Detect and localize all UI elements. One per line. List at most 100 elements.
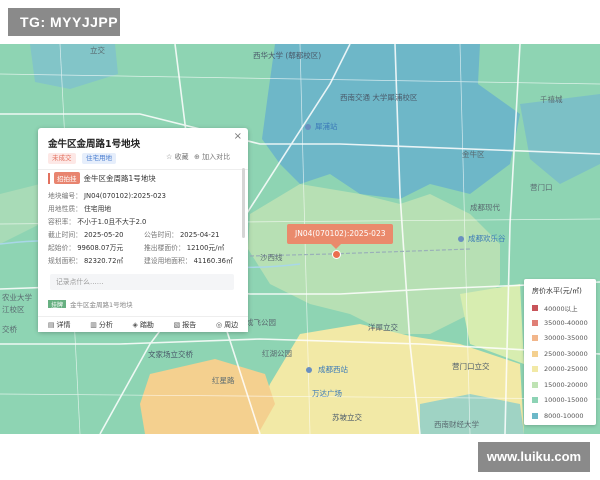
map-label-wanda: 万达广场	[312, 389, 342, 398]
legend-label: 10000-15000	[544, 396, 588, 404]
legend-label: 25000-30000	[544, 349, 588, 358]
map-label-right-top: 千禧城	[540, 95, 563, 104]
field-value: 82320.72㎡	[83, 257, 124, 265]
favorite-button[interactable]: ☆ 收藏	[166, 152, 189, 162]
popup-action-bar: ▤ 详情 ▥ 分析 ◈ 踏勘 ▧ 报告 ◎ 周边	[38, 316, 248, 332]
note-input[interactable]: 记录点什么……	[50, 274, 234, 290]
legend-item: 30000-35000	[532, 334, 588, 342]
field-floor-price: 推出楼面价： 12100元/㎡	[144, 242, 224, 252]
report-label: 报告	[182, 320, 197, 329]
map-label-hongqiao2: 红湖公园	[262, 349, 292, 358]
analysis-button[interactable]: ▥ 分析	[90, 320, 113, 330]
field-build-area: 建设用地面积： 41160.36㎡	[144, 255, 233, 265]
second-list-item[interactable]: 挂牌 金牛区金周路1号地块	[48, 300, 198, 308]
add-compare-button[interactable]: ⊕ 加入对比	[194, 152, 230, 162]
price-legend: 房价水平(元/㎡) 40000以上 35000-40000 30000-35000 2…	[524, 279, 596, 425]
close-icon[interactable]: ×	[234, 131, 242, 142]
legend-item: 15000-20000	[532, 381, 588, 389]
legend-item: 8000-10000	[532, 412, 584, 420]
field-plan-area: 规划面积： 82320.72㎡	[48, 255, 123, 265]
popup-title: 金牛区金周路1号地块	[48, 139, 141, 150]
watermark-top: TG: MYYJJPP	[8, 8, 120, 36]
map-label-huanlegu: 成都欢乐谷	[468, 234, 506, 243]
map-label-xiandai: 成都现代	[470, 203, 500, 212]
legend-swatch	[532, 412, 538, 419]
legend-item: 10000-15000	[532, 396, 588, 404]
field-value: 41160.36㎡	[193, 257, 233, 265]
second-parcel-name: 金牛区金周路1号地块	[70, 301, 133, 308]
parcel-marker-label[interactable]: JN04(070102):2025-023	[287, 224, 394, 244]
legend-swatch	[532, 350, 538, 357]
field-parcel-no: 地块编号： JN04(070102):2025-023	[48, 190, 166, 200]
legend-title: 房价水平(元/㎡)	[532, 287, 582, 295]
legend-item: 40000以上	[532, 303, 578, 313]
subway-station-icon	[306, 367, 312, 373]
legend-swatch	[532, 381, 538, 388]
field-label: 建设用地面积：	[144, 257, 192, 265]
legend-item: 20000-25000	[532, 365, 588, 373]
detail-button[interactable]: ▤ 详情	[48, 320, 71, 330]
legend-swatch	[532, 319, 538, 326]
document-icon: ▤	[47, 320, 55, 329]
watermark-bottom: www.luiku.com	[478, 442, 590, 472]
map-label-green-park: 成飞公园	[246, 318, 276, 327]
map-label-xihua: 西华大学 (郫都校区)	[253, 51, 322, 60]
land-use-badge: 住宅用地	[82, 153, 116, 164]
legend-item: 35000-40000	[532, 319, 588, 327]
location-icon: ◎	[216, 320, 223, 329]
report-button[interactable]: ▧ 报告	[174, 320, 197, 330]
field-value: 12100元/㎡	[186, 244, 225, 252]
legend-item: 25000-30000	[532, 350, 588, 358]
legend-label: 8000-10000	[544, 411, 584, 420]
divider	[38, 169, 248, 170]
legend-label: 30000-35000	[544, 334, 588, 342]
map-label-hongxing: 红星路	[212, 376, 235, 385]
field-value: 不小于1.0且不大于2.0	[77, 218, 147, 226]
map-label-southwest: 西南财经大学	[434, 420, 479, 429]
map-label-yingmen: 营门口立交	[452, 362, 490, 371]
subway-station-icon	[305, 124, 311, 130]
field-value: JN04(070102):2025-023	[83, 192, 166, 200]
around-label: 周边	[224, 320, 239, 329]
map-label-top-left-road: 立交	[90, 46, 105, 55]
map-label-right-top2: 金牛区	[462, 150, 485, 159]
field-land-use: 用地性质： 住宅用地	[48, 203, 111, 213]
bid-accent-bar	[48, 172, 50, 184]
legend-swatch	[532, 335, 538, 341]
map-label-left-mid2: 江校区	[2, 305, 25, 314]
legend-swatch	[532, 305, 538, 311]
field-label: 用地性质：	[48, 205, 82, 213]
map-label-swjtu: 西南交通 大学犀浦校区	[340, 93, 418, 102]
legend-label: 20000-25000	[544, 365, 588, 373]
survey-button[interactable]: ◈ 踏勘	[133, 320, 154, 330]
survey-icon: ◈	[132, 320, 138, 329]
map-label-wenjia: 文家场立交桥	[148, 350, 193, 359]
chart-icon: ▥	[90, 320, 97, 329]
field-start-price: 起始价： 99608.07万元	[48, 242, 123, 252]
parcel-info-popup: × 金牛区金周路1号地块 未成交 住宅用地 ☆ 收藏 ⊕ 加入对比 招拍挂 金牛…	[38, 128, 248, 332]
report-icon: ▧	[173, 320, 181, 329]
survey-label: 踏勘	[139, 320, 154, 329]
map-label-chengdu-west: 成都西站	[318, 365, 348, 374]
bid-header: 招拍挂 金牛区金周路1号地块	[48, 172, 156, 184]
legend-label: 40000以上	[544, 305, 578, 313]
field-value: 2025-04-21	[179, 231, 220, 239]
map-label-left-mid1: 农业大学	[2, 293, 32, 302]
map-label-yangxi: 洋犀立交	[368, 323, 398, 332]
field-value: 住宅用地	[83, 205, 112, 213]
around-button[interactable]: ◎ 周边	[216, 320, 238, 330]
poi-icon	[458, 236, 464, 242]
field-value: 2025-05-20	[83, 231, 124, 239]
field-label: 地块编号：	[48, 192, 82, 200]
legend-label: 15000-20000	[544, 380, 588, 389]
popup-scrollbar[interactable]	[242, 168, 245, 238]
field-value: 99608.07万元	[77, 244, 124, 252]
legend-label: 35000-40000	[544, 318, 588, 327]
map-label-xipu-station: 犀浦站	[315, 122, 338, 131]
legend-swatch	[532, 366, 538, 372]
second-type-badge: 挂牌	[48, 300, 67, 308]
page: 西华大学 (郫都校区) 西南交通 大学犀浦校区 犀浦站 立交 千禧城 金牛区 成…	[0, 0, 600, 480]
field-far: 容积率： 不小于1.0且不大于2.0	[48, 216, 146, 226]
map-label-left-mid3: 交桥	[2, 325, 17, 334]
parcel-marker-icon[interactable]	[332, 250, 341, 259]
